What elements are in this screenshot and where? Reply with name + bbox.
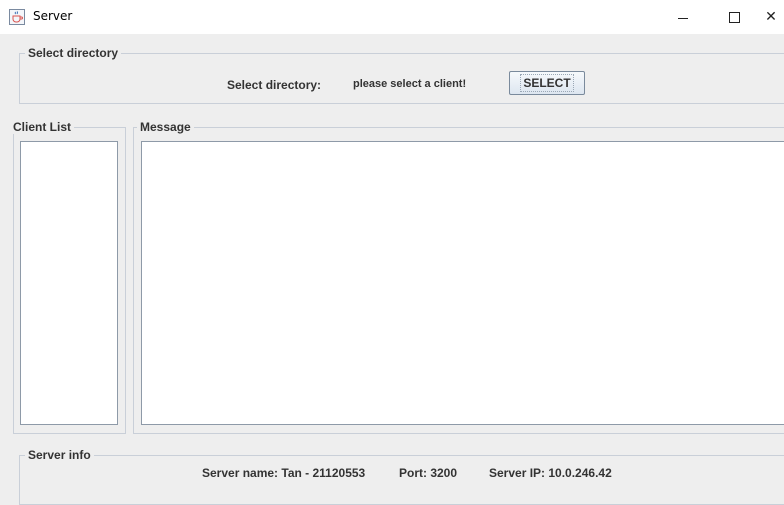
message-area[interactable] bbox=[141, 141, 784, 425]
minimize-button[interactable] bbox=[660, 0, 706, 34]
select-button[interactable]: SELECT bbox=[509, 71, 585, 95]
select-directory-legend: Select directory bbox=[25, 46, 122, 60]
port-text: Port: 3200 bbox=[399, 466, 458, 480]
client-list-legend: Client List bbox=[10, 120, 75, 134]
server-ip-text: Server IP: 10.0.246.42 bbox=[489, 466, 612, 480]
server-name-text: Server name: Tan - 21120553 bbox=[202, 466, 366, 480]
server-info-legend: Server info bbox=[25, 448, 94, 462]
client-list[interactable] bbox=[20, 141, 118, 425]
server-info-panel: Server info Server name: Tan - 21120553 … bbox=[19, 448, 784, 505]
select-button-label: SELECT bbox=[520, 74, 574, 92]
select-directory-label: Select directory: bbox=[227, 78, 322, 92]
select-directory-value: please select a client! bbox=[353, 78, 467, 90]
close-button[interactable]: ✕ bbox=[758, 0, 784, 34]
close-icon: ✕ bbox=[765, 9, 777, 25]
java-cup-icon bbox=[9, 9, 25, 25]
message-panel: Message bbox=[133, 120, 784, 434]
maximize-button[interactable] bbox=[711, 0, 757, 34]
title-bar[interactable]: Server ✕ bbox=[0, 0, 784, 34]
select-directory-panel: Select directory Select directory: pleas… bbox=[19, 46, 784, 104]
window-title: Server bbox=[33, 9, 73, 23]
message-legend: Message bbox=[137, 120, 194, 134]
client-list-panel: Client List bbox=[10, 120, 126, 434]
minimize-icon bbox=[678, 17, 688, 19]
maximize-icon bbox=[728, 11, 740, 23]
